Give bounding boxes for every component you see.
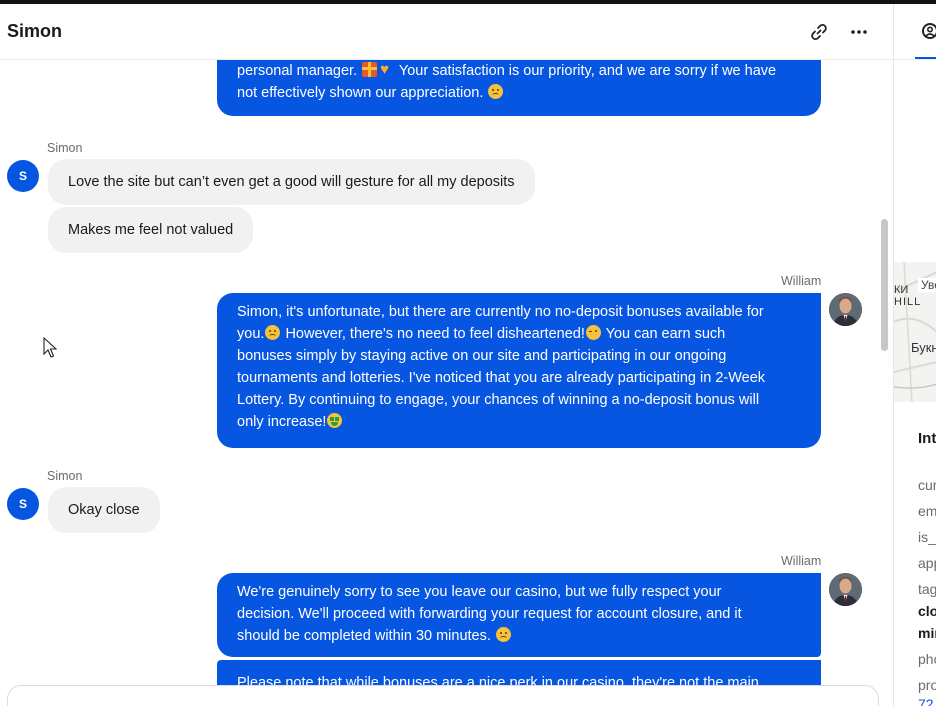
message-line: Simon, it's unfortunate, but there are c… [237,304,764,320]
map-label: Уве [918,278,936,292]
avatar [829,573,862,606]
sad-emoji-icon [265,325,281,340]
attribute-label: em [918,503,936,519]
attribute-label: cur [918,477,936,493]
conversation-header: Simon [0,4,893,60]
location-map[interactable]: Уве КИ HILL Букн [894,262,936,402]
message-line: not effectively shown our appreciation. [237,82,801,104]
message-line: you. However, there's no need to feel di… [237,325,726,342]
attribute-label: is_ [918,529,936,545]
map-label: HILL [894,296,922,308]
more-options-button[interactable] [847,20,871,44]
agent-message: Simon, it's unfortunate, but there are c… [217,293,821,448]
message-list: personal manager. Your satisfaction is o… [0,60,893,706]
details-side-panel: Уве КИ HILL Букн Int cur em is_ app tag … [893,4,936,706]
more-horizontal-icon [851,30,867,34]
sender-name: Simon [47,141,83,155]
attribute-label: tag [918,581,936,597]
attribute-label: pro [918,677,936,693]
message-composer[interactable] [7,685,879,706]
conversation-pane: Simon personal manager. Your satisfactio… [0,4,893,706]
user-message: Love the site but can’t even get a good … [48,159,535,205]
attribute-value: clo [918,603,936,619]
wink-emoji-icon [585,325,601,340]
gift-emoji-icon [362,62,378,77]
message-line: only increase! [237,411,801,433]
sender-name: Simon [47,469,83,483]
sad-emoji-icon [495,627,511,642]
message-list-scrollbar[interactable] [881,219,888,351]
attributes-section-title: Int [918,430,936,447]
message-line: bonuses simply by staying active on our … [237,348,727,364]
heart-emoji-icon [379,60,394,81]
message-line: should be completed within 30 minutes. [237,625,801,647]
message-line: personal manager. Your satisfaction is o… [237,60,801,82]
map-label: Букн [911,340,936,355]
agent-photo-icon [829,293,862,326]
money-emoji-icon [327,413,343,428]
sad-emoji-icon [488,84,504,99]
sender-name: William [781,554,822,568]
avatar: S [7,160,39,192]
sender-name: William [781,274,822,288]
attribute-value: min [918,625,936,641]
agent-photo-icon [829,573,862,606]
user-message: Okay close [48,487,160,533]
message-line: decision. We'll proceed with forwarding … [237,606,742,622]
message-line: We're genuinely sorry to see you leave o… [237,584,722,600]
copy-link-button[interactable] [807,20,831,44]
user-message: Makes me feel not valued [48,207,254,253]
attribute-label: app [918,555,936,571]
agent-message: We're genuinely sorry to see you leave o… [217,573,821,657]
side-panel-header-divider [894,59,936,60]
link-icon [811,24,827,40]
map-label: КИ [894,284,909,296]
conversation-title: Simon [7,21,63,41]
attribute-label: pho [918,651,936,667]
attribute-value-link[interactable]: 72 [918,696,934,706]
message-line: tournaments and lotteries. I've noticed … [237,370,766,386]
contact-tab-icon[interactable] [921,22,936,42]
mouse-cursor-icon [43,337,57,358]
avatar: S [7,488,39,520]
agent-message: personal manager. Your satisfaction is o… [217,60,821,116]
avatar [829,293,862,326]
message-line: Lottery. By continuing to engage, your c… [237,392,760,408]
